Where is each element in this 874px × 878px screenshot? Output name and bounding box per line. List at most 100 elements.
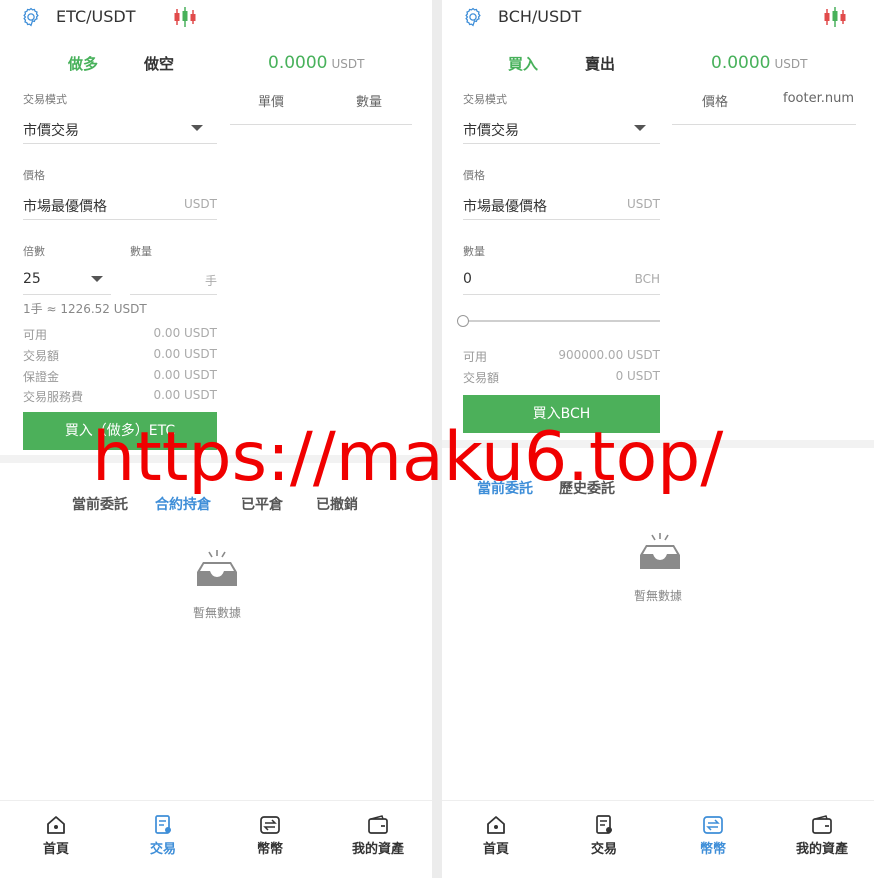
watermark-url: https://maku6.top/	[92, 418, 724, 497]
info-available-value: 0.00 USDT	[153, 326, 217, 340]
info-margin-value: 0.00 USDT	[153, 368, 217, 382]
info-available-label: 可用	[23, 328, 48, 342]
tab-short[interactable]: 做空	[144, 53, 174, 74]
tab-long[interactable]: 做多	[68, 53, 98, 74]
empty-inbox-icon	[197, 550, 237, 586]
price-value: 市場最優價格	[23, 199, 107, 215]
info-fee-label: 交易服務費	[23, 390, 84, 404]
quantity-field[interactable]: 手	[130, 265, 217, 295]
nav-assets[interactable]: 我的資產	[338, 815, 418, 857]
info-available-value: 900000.00 USDT	[558, 348, 660, 362]
nav-trade-label: 交易	[149, 842, 176, 857]
trade-mode-label: 交易模式	[463, 93, 507, 106]
tab-positions[interactable]: 合約持倉	[155, 494, 211, 514]
home-icon	[487, 816, 505, 834]
last-price-unit: USDT	[331, 57, 365, 71]
nav-home[interactable]: 首頁	[16, 815, 96, 857]
nav-assets-label: 我的資產	[351, 842, 404, 857]
orderbook-divider	[672, 124, 856, 125]
orderbook-divider	[230, 124, 412, 125]
quantity-label: 數量	[463, 245, 485, 258]
tab-cancelled[interactable]: 已撤銷	[316, 494, 358, 514]
multiplier-select[interactable]: 25	[23, 265, 111, 295]
orderbook-header-qty: 數量	[356, 95, 383, 110]
nav-trade[interactable]: 交易	[123, 815, 203, 857]
price-label: 價格	[463, 169, 485, 182]
tab-current-orders[interactable]: 當前委託	[72, 494, 128, 514]
info-available-label: 可用	[463, 350, 488, 364]
header: BCH/USDT	[442, 0, 874, 34]
info-volume-label: 交易額	[463, 371, 500, 385]
multiplier-label: 倍數	[23, 245, 45, 258]
trade-mode-select[interactable]: 市價交易	[23, 114, 217, 144]
info-volume-value: 0 USDT	[615, 369, 660, 383]
coin-swap-icon	[703, 816, 723, 834]
pair-title[interactable]: ETC/USDT	[56, 7, 135, 26]
trade-icon	[155, 815, 171, 834]
nav-coin[interactable]: 幣幣	[230, 815, 310, 857]
chevron-down-icon	[634, 125, 646, 131]
quantity-value: 0	[463, 271, 472, 287]
orderbook-header-price: 價格	[702, 95, 729, 110]
percent-slider-track[interactable]	[463, 320, 660, 322]
price-label: 價格	[23, 169, 45, 182]
percent-slider-knob[interactable]	[457, 315, 469, 327]
last-price: 0.0000 USDT	[711, 53, 807, 73]
trade-mode-label: 交易模式	[23, 93, 67, 106]
last-price: 0.0000 USDT	[268, 53, 364, 73]
trade-mode-value: 市價交易	[463, 123, 519, 139]
nav-home-label: 首頁	[482, 842, 509, 857]
nav-assets[interactable]: 我的資產	[782, 815, 862, 857]
orderbook-header-price: 單價	[258, 95, 285, 110]
candlestick-chart-icon[interactable]	[172, 6, 198, 28]
tab-closed[interactable]: 已平倉	[241, 494, 283, 514]
last-price-value: 0.0000	[711, 53, 771, 73]
nav-trade[interactable]: 交易	[564, 815, 644, 857]
wallet-icon	[812, 815, 832, 834]
info-volume-value: 0.00 USDT	[153, 347, 217, 361]
candlestick-chart-icon[interactable]	[822, 6, 848, 28]
price-field[interactable]: 市場最優價格 USDT	[463, 190, 660, 220]
chevron-down-icon	[191, 125, 203, 131]
empty-text: 暫無數據	[193, 606, 242, 620]
price-field[interactable]: 市場最優價格 USDT	[23, 190, 217, 220]
gear-icon[interactable]	[462, 6, 484, 28]
bottom-nav: 首頁 交易 幣幣 我的資產	[0, 800, 432, 878]
orderbook-header-qty: footer.num	[783, 91, 855, 106]
empty-inbox-icon	[640, 533, 680, 569]
nav-coin-label: 幣幣	[256, 842, 283, 857]
last-price-unit: USDT	[774, 57, 808, 71]
info-margin-label: 保證金	[23, 370, 60, 384]
price-unit: USDT	[184, 197, 217, 211]
trade-mode-select[interactable]: 市價交易	[463, 114, 660, 144]
nav-trade-label: 交易	[590, 842, 617, 857]
nav-home-label: 首頁	[42, 842, 69, 857]
pair-title[interactable]: BCH/USDT	[498, 7, 581, 26]
header: ETC/USDT	[0, 0, 432, 34]
nav-coin[interactable]: 幣幣	[673, 815, 753, 857]
wallet-icon	[368, 815, 388, 834]
tab-buy[interactable]: 買入	[508, 53, 538, 74]
trade-icon	[596, 815, 612, 834]
trade-mode-value: 市價交易	[23, 123, 79, 139]
quantity-unit: 手	[204, 274, 217, 288]
nav-coin-label: 幣幣	[699, 842, 726, 857]
tab-sell[interactable]: 賣出	[585, 53, 615, 74]
price-value: 市場最優價格	[463, 199, 547, 215]
info-volume-label: 交易額	[23, 349, 60, 363]
nav-home[interactable]: 首頁	[456, 815, 536, 857]
chevron-down-icon	[91, 276, 103, 282]
empty-text: 暫無數據	[634, 589, 683, 603]
price-unit: USDT	[627, 197, 660, 211]
last-price-value: 0.0000	[268, 53, 328, 73]
info-fee-value: 0.00 USDT	[153, 388, 217, 402]
home-icon	[47, 816, 65, 834]
lot-note: 1手 ≈ 1226.52 USDT	[23, 302, 147, 316]
coin-swap-icon	[260, 816, 280, 834]
quantity-field[interactable]: 0 BCH	[463, 265, 660, 295]
gear-icon[interactable]	[20, 6, 42, 28]
multiplier-value: 25	[23, 271, 41, 287]
nav-assets-label: 我的資產	[795, 842, 848, 857]
quantity-unit: BCH	[634, 272, 660, 286]
quantity-label: 數量	[130, 245, 152, 258]
